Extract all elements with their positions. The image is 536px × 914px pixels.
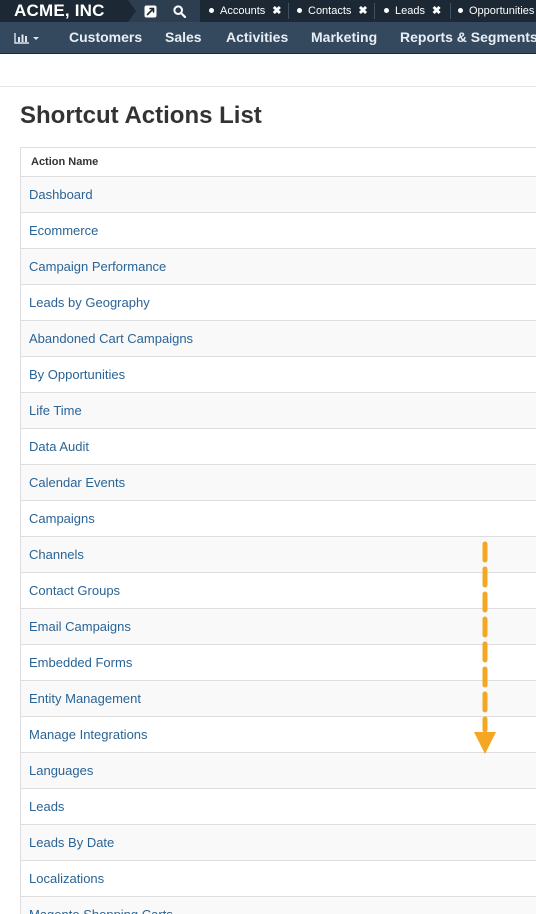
table-row: Contact Groups <box>21 573 536 609</box>
table-row: Email Campaigns <box>21 609 536 645</box>
table-row: Magento Shopping Carts <box>21 897 536 914</box>
nav-sales[interactable]: Sales <box>165 22 202 54</box>
action-link[interactable]: Magento Shopping Carts <box>29 907 173 914</box>
action-link[interactable]: Localizations <box>29 871 104 886</box>
table-row: Leads by Geography <box>21 285 536 321</box>
action-link[interactable]: Leads <box>29 799 64 814</box>
table-row: Entity Management <box>21 681 536 717</box>
brand-arrow-decoration <box>128 0 136 22</box>
tab-divider <box>288 3 289 19</box>
table-row: Localizations <box>21 861 536 897</box>
table-row: Abandoned Cart Campaigns <box>21 321 536 357</box>
table-row: Calendar Events <box>21 465 536 501</box>
external-link-icon[interactable] <box>139 0 161 22</box>
close-icon[interactable]: ✖ <box>358 0 367 22</box>
nav-customers[interactable]: Customers <box>69 22 142 54</box>
tab-leads[interactable]: Leads ✖ <box>384 0 441 22</box>
tab-dot-icon <box>297 7 302 13</box>
action-link[interactable]: Ecommerce <box>29 223 98 238</box>
table-body: Dashboard Ecommerce Campaign Performance Le… <box>21 177 536 914</box>
table-row: Leads <box>21 789 536 825</box>
table-row: Manage Integrations <box>21 717 536 753</box>
tab-label: Leads <box>395 5 425 17</box>
action-link[interactable]: Leads By Date <box>29 835 114 850</box>
open-tabs-bar: Accounts ✖ Contacts ✖ Leads ✖ Opportunities <box>200 0 536 22</box>
action-link[interactable]: Email Campaigns <box>29 619 131 634</box>
search-icon[interactable] <box>168 0 190 22</box>
table-row: Channels <box>21 537 536 573</box>
table-row: Ecommerce <box>21 213 536 249</box>
nav-reports-segments[interactable]: Reports & Segments <box>400 22 536 54</box>
table-row: Embedded Forms <box>21 645 536 681</box>
action-link[interactable]: Campaign Performance <box>29 259 166 274</box>
action-link[interactable]: Leads by Geography <box>29 295 150 310</box>
brand-logo[interactable]: ACME, INC <box>0 0 128 22</box>
action-link[interactable]: Abandoned Cart Campaigns <box>29 331 193 346</box>
top-bar: ACME, INC Accounts ✖ Contacts ✖ Leads ✖ Opp… <box>0 0 536 22</box>
action-link[interactable]: Dashboard <box>29 187 93 202</box>
action-link[interactable]: Embedded Forms <box>29 655 132 670</box>
tab-divider <box>450 3 451 19</box>
close-icon[interactable]: ✖ <box>432 0 441 22</box>
page-title: Shortcut Actions List <box>20 102 262 129</box>
tab-label: Contacts <box>308 5 352 17</box>
action-link[interactable]: Channels <box>29 547 84 562</box>
action-link[interactable]: Data Audit <box>29 439 89 454</box>
nav-marketing[interactable]: Marketing <box>311 22 377 54</box>
table-row: Campaign Performance <box>21 249 536 285</box>
action-link[interactable]: Contact Groups <box>29 583 120 598</box>
table-row: Data Audit <box>21 429 536 465</box>
reports-menu-button[interactable] <box>0 22 54 54</box>
tab-dot-icon <box>384 7 389 13</box>
column-header-action-name[interactable]: Action Name <box>21 148 536 177</box>
action-link[interactable]: Life Time <box>29 403 82 418</box>
tab-label: Accounts <box>220 5 266 17</box>
action-link[interactable]: By Opportunities <box>29 367 125 382</box>
tab-label: Opportunities <box>469 5 535 17</box>
table-row: Dashboard <box>21 177 536 213</box>
shortcut-actions-table: Action Name Dashboard Ecommerce Campaign P… <box>20 147 536 914</box>
bar-chart-icon <box>14 33 39 44</box>
tab-dot-icon <box>458 7 463 13</box>
action-link[interactable]: Entity Management <box>29 691 141 706</box>
tab-divider <box>374 3 375 19</box>
nav-activities[interactable]: Activities <box>226 22 288 54</box>
action-link[interactable]: Calendar Events <box>29 475 125 490</box>
close-icon[interactable]: ✖ <box>272 0 281 22</box>
table-row: Life Time <box>21 393 536 429</box>
annotation-down-arrow <box>474 541 496 754</box>
action-link[interactable]: Manage Integrations <box>29 727 148 742</box>
tab-accounts[interactable]: Accounts ✖ <box>209 0 281 22</box>
tab-dot-icon <box>209 7 214 13</box>
main-nav: Customers Sales Activities Marketing Rep… <box>0 22 536 54</box>
page-toolbar-strip <box>0 55 536 87</box>
table-row: By Opportunities <box>21 357 536 393</box>
tab-contacts[interactable]: Contacts ✖ <box>297 0 368 22</box>
table-row: Languages <box>21 753 536 789</box>
action-link[interactable]: Campaigns <box>29 511 95 526</box>
table-row: Leads By Date <box>21 825 536 861</box>
action-link[interactable]: Languages <box>29 763 93 778</box>
tab-opportunities[interactable]: Opportunities <box>458 0 534 22</box>
table-row: Campaigns <box>21 501 536 537</box>
